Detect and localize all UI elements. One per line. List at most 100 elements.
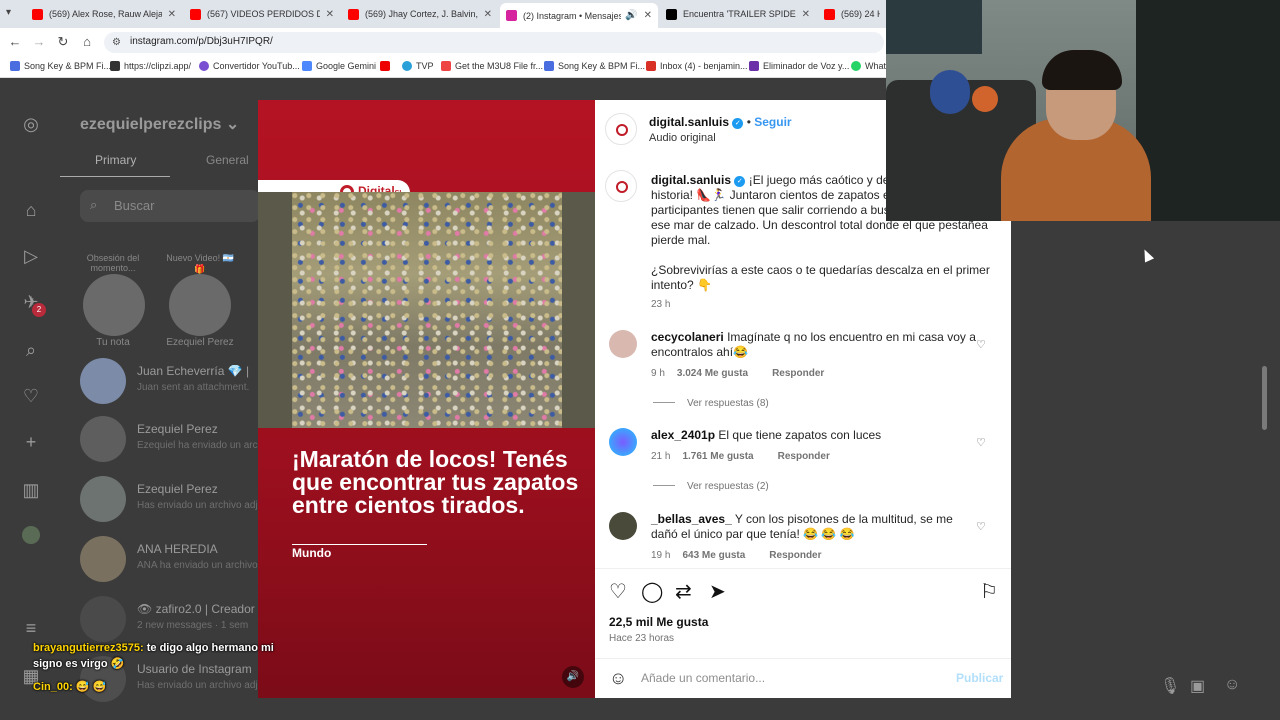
scrollbar[interactable] [1262,366,1267,430]
bookmark-icon [749,61,759,71]
bookmark[interactable]: What [851,61,886,71]
volume-icon[interactable]: 🔊 [562,666,584,688]
bookmark[interactable] [380,61,394,71]
browser-tab[interactable]: (567) VIDEOS PERDIDOS DE MI ✕ [184,3,340,25]
likes-count[interactable]: 22,5 mil Me gusta [609,615,708,629]
close-tab-icon[interactable]: ✕ [802,9,810,20]
bookmark[interactable]: Song Key & BPM Fi... [10,61,111,71]
comment-likes[interactable]: 3.024 Me gusta [677,368,748,379]
close-tab-icon[interactable]: ✕ [644,10,652,21]
audio-label[interactable]: Audio original [649,132,716,144]
create-icon[interactable]: + [20,432,42,453]
story-name: Ezequiel Perez [166,337,234,348]
bookmark-icon [441,61,451,71]
commenter-name[interactable]: cecycolaneri [651,330,724,344]
comment-input[interactable]: Añade un comentario... [641,671,765,685]
reply-button[interactable]: Responder [778,451,830,462]
commenter-avatar[interactable] [609,428,637,456]
back-icon[interactable]: ← [7,34,23,49]
bookmark[interactable]: Eliminador de Voz y... [749,61,849,71]
like-comment-icon[interactable]: ♡ [976,338,986,351]
comment-likes[interactable]: 643 Me gusta [682,550,745,561]
tab-search-icon[interactable]: ▾ [6,7,11,18]
like-comment-icon[interactable]: ♡ [976,520,986,533]
bookmark-label: Get the M3U8 File fr... [455,61,544,71]
home-icon[interactable]: ⌂ [79,34,95,49]
instagram-logo-icon[interactable]: ◎ [20,114,42,135]
reply-button[interactable]: Responder [769,550,821,561]
commenter-avatar[interactable] [609,512,637,540]
youtube-icon [190,8,201,20]
image-icon[interactable]: ▣ [1190,676,1205,696]
browser-tab[interactable]: (569) 24 HO [818,3,886,25]
close-tab-icon[interactable]: ✕ [168,9,176,20]
emoji-icon[interactable]: ☺ [609,668,627,689]
like-comment-icon[interactable]: ♡ [976,436,986,449]
youtube-icon [824,8,835,20]
post-time: Hace 23 horas [609,633,675,644]
menu-icon[interactable]: ≡ [20,618,42,639]
bookmark[interactable]: Song Key & BPM Fi... [544,61,645,71]
tab-primary[interactable]: Primary [95,153,136,167]
site-info-icon[interactable]: ⚙ [112,37,121,48]
microphone-icon[interactable]: 🎙 [1160,676,1180,696]
post-media[interactable]: DigitalSL ¡Maratón de locos! Tenés que e… [258,100,595,698]
close-tab-icon[interactable]: ✕ [326,9,334,20]
caption-author[interactable]: digital.sanluis [651,173,731,187]
share-icon[interactable]: ➤ [709,579,726,604]
bookmark-icon [199,61,209,71]
comment-icon[interactable]: ◯ [641,579,663,604]
close-tab-icon[interactable]: ✕ [484,9,492,20]
comment-time: 19 h [651,550,671,561]
profile-avatar[interactable] [22,526,40,544]
author-name[interactable]: digital.sanluis [649,115,729,129]
bookmark[interactable]: Google Gemini [302,61,376,71]
bookmark-icon[interactable]: ⚐ [980,579,998,604]
view-replies[interactable]: Ver respuestas (2) [653,481,769,492]
tiktok-icon [666,8,677,20]
bookmark[interactable]: Inbox (4) - benjamin... [646,61,748,71]
video-blur-right [562,192,595,428]
heart-icon[interactable]: ♡ [20,386,42,407]
browser-tab-active[interactable]: (2) Instagram • Mensajes 🔊 ✕ [500,3,658,28]
publish-button[interactable]: Publicar [956,671,1003,685]
browser-tab[interactable]: (569) Alex Rose, Rauw Alejandro ✕ [26,3,182,25]
author-avatar[interactable] [605,170,637,202]
commenter-name[interactable]: alex_2401p [651,428,715,442]
bookmark-label: Eliminador de Voz y... [763,61,850,71]
sticker-icon[interactable]: ☺ [1224,676,1240,694]
forward-icon[interactable]: → [31,34,47,49]
search-input[interactable]: ⌕ Buscar [80,190,260,222]
video-frame [258,192,595,428]
reply-button[interactable]: Responder [772,368,824,379]
reels-icon[interactable]: ▷ [20,246,42,267]
bookmark[interactable]: Convertidor YouTub... [199,61,300,71]
repost-icon[interactable]: ⇄ [675,579,692,604]
search-icon[interactable]: ⌕ [20,340,42,361]
bookmark[interactable]: TVP [402,61,434,71]
browser-tab[interactable]: Encuentra 'TRAILER SPIDERMAN ✕ [660,3,816,25]
home-icon[interactable]: ⌂ [20,200,42,221]
bookmark[interactable]: Get the M3U8 File fr... [441,61,543,71]
speaker-icon[interactable]: 🔊 [625,10,637,21]
browser-tab[interactable]: (569) Jhay Cortez, J. Balvin, Bad ✕ [342,3,498,25]
replies-line [653,402,675,403]
follow-button[interactable]: Seguir [754,115,791,129]
url-field[interactable]: ⚙ instagram.com/p/Dbj3uH7IPQR/ [104,32,884,53]
tab-general[interactable]: General [206,153,249,167]
author-avatar[interactable] [605,113,637,145]
tab-title: (569) Jhay Cortez, J. Balvin, Bad [365,9,478,19]
avatar[interactable] [169,274,231,336]
view-replies[interactable]: Ver respuestas (8) [653,398,769,409]
commenter-avatar[interactable] [609,330,637,358]
dashboard-icon[interactable]: ▥ [20,480,42,501]
bookmark[interactable]: https://clipzi.app/ [110,61,191,71]
crowd-image [292,192,562,428]
reload-icon[interactable]: ↻ [55,34,71,50]
chat-name: Ezequiel Perez [137,482,218,496]
account-switcher[interactable]: ezequielperezclips ⌄ [80,114,239,134]
like-icon[interactable]: ♡ [609,579,627,604]
commenter-name[interactable]: _bellas_aves_ [651,512,732,526]
avatar[interactable] [83,274,145,336]
comment-likes[interactable]: 1.761 Me gusta [682,451,753,462]
